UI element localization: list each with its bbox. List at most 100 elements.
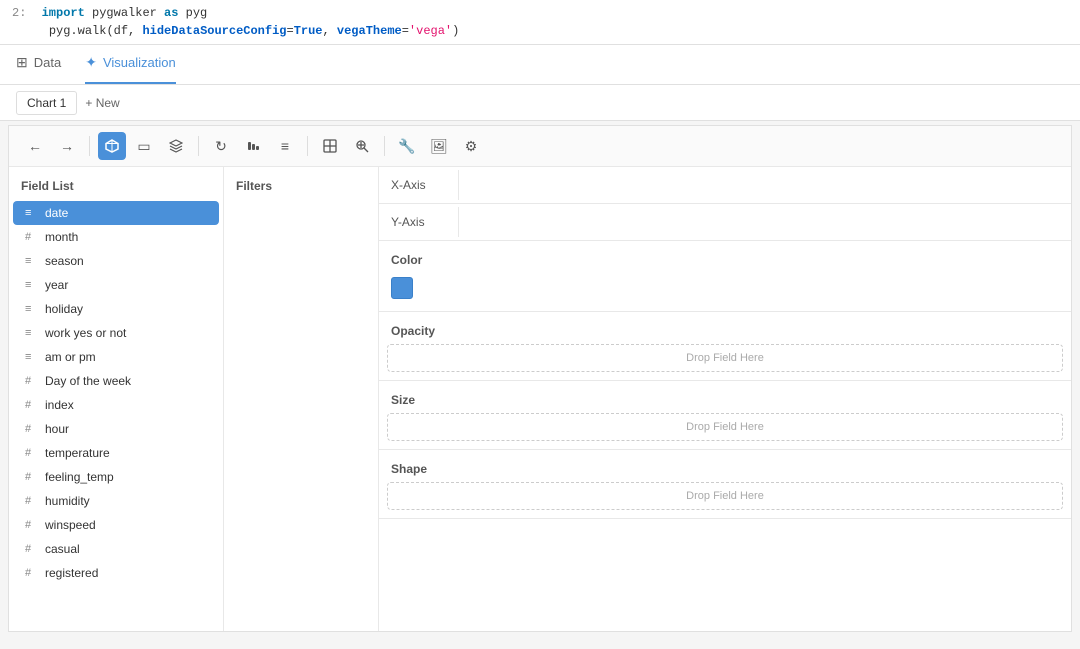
hash-icon: #: [25, 423, 39, 435]
field-label: date: [45, 206, 68, 220]
size-section-title: Size: [387, 389, 1063, 413]
main-panel: ← → ▭ ↻ ≡: [8, 125, 1072, 632]
code-import-kw: import: [42, 6, 85, 20]
doc-icon: ≡: [25, 327, 39, 339]
field-label: index: [45, 398, 74, 412]
toolbar: ← → ▭ ↻ ≡: [9, 126, 1071, 167]
zoom-button[interactable]: [316, 132, 344, 160]
tab-visualization[interactable]: ✦ Visualization: [85, 45, 176, 84]
code-var: pyg: [49, 24, 71, 38]
color-swatch[interactable]: [391, 277, 413, 299]
hash-icon: #: [25, 471, 39, 483]
field-label: year: [45, 278, 68, 292]
field-item-month[interactable]: #month: [13, 225, 219, 249]
code-fn: walk: [78, 24, 107, 38]
field-label: hour: [45, 422, 69, 436]
field-label: season: [45, 254, 84, 268]
layer-button[interactable]: [162, 132, 190, 160]
field-item-hour[interactable]: # hour: [13, 417, 219, 441]
field-item-am-or-pm[interactable]: ≡am or pm: [13, 345, 219, 369]
doc-icon: ≡: [25, 279, 39, 291]
chart-tabs: Chart 1 + New: [0, 85, 1080, 121]
gear-button[interactable]: ⚙: [457, 132, 485, 160]
field-label: am or pm: [45, 350, 96, 364]
content-area: Field List ≡date#month≡season≡year≡holid…: [9, 167, 1071, 631]
field-item-winspeed[interactable]: #winspeed: [13, 513, 219, 537]
chart-tab-1[interactable]: Chart 1: [16, 91, 77, 115]
x-axis-label: X-Axis: [379, 170, 459, 200]
code-param1: hideDataSourceConfig: [142, 24, 286, 38]
code-alias: pyg: [186, 6, 208, 20]
field-item-date[interactable]: ≡date: [13, 201, 219, 225]
x-axis-content[interactable]: [459, 167, 1071, 203]
code-paren-open: (df,: [106, 24, 142, 38]
code-paren-close: ): [452, 24, 459, 38]
field-item-Day-of-the-week[interactable]: #Day of the week: [13, 369, 219, 393]
opacity-drop-text: Drop Field Here: [686, 352, 764, 364]
encoding-panel: X-Axis Y-Axis Color Opacity Drop Field H…: [379, 167, 1071, 631]
field-label: month: [45, 230, 78, 244]
y-axis-row: Y-Axis: [379, 204, 1071, 241]
field-item-index[interactable]: # index: [13, 393, 219, 417]
code-param2: vegaTheme: [337, 24, 402, 38]
undo-button[interactable]: ←: [21, 132, 49, 160]
zoom-icon: [323, 139, 337, 153]
doc-icon: ≡: [25, 255, 39, 267]
y-axis-label: Y-Axis: [379, 207, 459, 237]
code-dot: .: [70, 24, 77, 38]
shape-drop-zone[interactable]: Drop Field Here: [387, 482, 1063, 510]
zoom-in-button[interactable]: [348, 132, 376, 160]
field-label: winspeed: [45, 518, 96, 532]
hash-icon: #: [25, 495, 39, 507]
filters-panel: Filters: [224, 167, 379, 631]
chart-type-button[interactable]: [98, 132, 126, 160]
size-section: Size Drop Field Here: [379, 381, 1071, 450]
field-item-year[interactable]: ≡ year: [13, 273, 219, 297]
tab-data[interactable]: ⊞ Data: [16, 45, 61, 84]
data-icon: ⊞: [16, 54, 28, 71]
opacity-drop-zone[interactable]: Drop Field Here: [387, 344, 1063, 372]
shape-section: Shape Drop Field Here: [379, 450, 1071, 519]
wrench-button[interactable]: 🔧: [393, 132, 421, 160]
refresh-button[interactable]: ↻: [207, 132, 235, 160]
field-item-registered[interactable]: #registered: [13, 561, 219, 585]
line-num-2: [12, 24, 34, 38]
sort-asc-icon: [246, 139, 260, 153]
field-item-work-yes-or-not[interactable]: ≡ work yes or not: [13, 321, 219, 345]
code-eq2: =: [402, 24, 409, 38]
field-item-feeling_temp[interactable]: # feeling_temp: [13, 465, 219, 489]
field-label: casual: [45, 542, 80, 556]
hash-icon: #: [25, 399, 39, 411]
field-list-title: Field List: [9, 175, 223, 201]
field-label: humidity: [45, 494, 90, 508]
field-item-season[interactable]: ≡ season: [13, 249, 219, 273]
toolbar-sep-2: [198, 136, 199, 156]
chart-tab-new[interactable]: + New: [85, 96, 119, 110]
redo-button[interactable]: →: [53, 132, 81, 160]
y-axis-content[interactable]: [459, 204, 1071, 240]
field-label: feeling_temp: [45, 470, 114, 484]
field-label: work yes or not: [45, 326, 126, 340]
size-drop-zone[interactable]: Drop Field Here: [387, 413, 1063, 441]
opacity-section: Opacity Drop Field Here: [379, 312, 1071, 381]
color-section-title: Color: [387, 249, 1063, 273]
tab-viz-label: Visualization: [103, 55, 176, 70]
toolbar-sep-4: [384, 136, 385, 156]
field-items-container: ≡date#month≡season≡year≡holiday≡work yes…: [9, 201, 223, 585]
hash-icon: #: [25, 567, 39, 579]
viz-icon: ✦: [85, 54, 97, 71]
field-list-panel: Field List ≡date#month≡season≡year≡holid…: [9, 167, 224, 631]
cube-icon: [105, 139, 119, 153]
code-as-kw: as: [164, 6, 178, 20]
mark-type-button[interactable]: ▭: [130, 132, 158, 160]
opacity-section-title: Opacity: [387, 320, 1063, 344]
hash-icon: #: [25, 447, 39, 459]
field-item-humidity[interactable]: # humidity: [13, 489, 219, 513]
sort-asc-button[interactable]: [239, 132, 267, 160]
field-item-casual[interactable]: #casual: [13, 537, 219, 561]
field-item-holiday[interactable]: ≡holiday: [13, 297, 219, 321]
sort-desc-button[interactable]: ≡: [271, 132, 299, 160]
image-button[interactable]: 🖼: [425, 132, 453, 160]
hash-icon: #: [25, 375, 39, 387]
field-item-temperature[interactable]: #temperature: [13, 441, 219, 465]
